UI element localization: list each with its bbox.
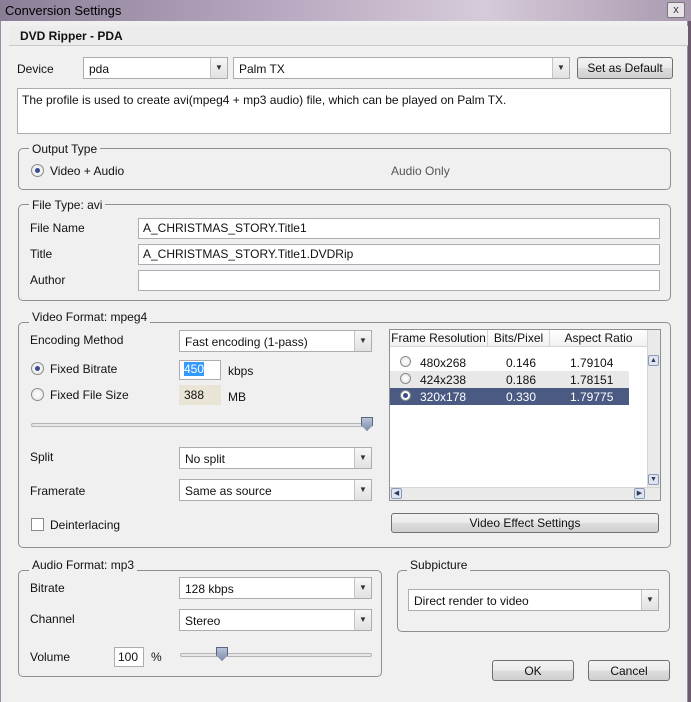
channel-label: Channel — [30, 612, 75, 626]
ok-button[interactable]: OK — [492, 660, 574, 681]
column-aspect-ratio[interactable]: Aspect Ratio — [550, 330, 648, 347]
file-name-label: File Name — [30, 221, 85, 235]
chevron-down-icon[interactable]: ▼ — [354, 331, 371, 351]
subpicture-title: Subpicture — [407, 558, 471, 572]
row-aspect: 1.79775 — [570, 390, 614, 404]
row-bpp: 0.330 — [506, 390, 537, 404]
deinterlacing-checkbox[interactable] — [31, 518, 44, 531]
audio-bitrate-label: Bitrate — [30, 581, 65, 595]
audio-format-title: Audio Format: mp3 — [29, 558, 138, 572]
file-size-input: 388 — [179, 385, 221, 405]
subpicture-select[interactable]: Direct render to video ▼ — [408, 589, 659, 611]
fixed-file-size-label: Fixed File Size — [50, 388, 129, 402]
video-format-title: Video Format: mpeg4 — [29, 310, 151, 324]
title-input[interactable]: A_CHRISTMAS_STORY.Title1.DVDRip — [138, 244, 660, 265]
split-value: No split — [185, 452, 226, 466]
file-name-input[interactable]: A_CHRISTMAS_STORY.Title1 — [138, 218, 660, 239]
chevron-down-icon[interactable]: ▼ — [552, 58, 569, 78]
row-radio[interactable] — [400, 356, 411, 367]
row-resolution: 480x268 — [420, 356, 467, 370]
video-audio-label: Video + Audio — [50, 164, 125, 178]
device-model-select[interactable]: Palm TX ▼ — [233, 57, 570, 79]
audio-only-label[interactable]: Audio Only — [391, 164, 450, 178]
file-type-title: File Type: avi — [29, 198, 106, 212]
chevron-down-icon[interactable]: ▼ — [354, 480, 371, 500]
scroll-up-icon[interactable]: ▲ — [648, 355, 659, 366]
chevron-down-icon[interactable]: ▼ — [641, 590, 658, 610]
split-label: Split — [30, 450, 54, 464]
row-aspect: 1.79104 — [570, 356, 614, 370]
row-aspect: 1.78151 — [570, 373, 614, 387]
chevron-down-icon[interactable]: ▼ — [354, 610, 371, 630]
chevron-down-icon[interactable]: ▼ — [210, 58, 227, 78]
encoding-method-select[interactable]: Fast encoding (1-pass) ▼ — [179, 330, 372, 352]
profile-header: DVD Ripper - PDA — [9, 26, 688, 46]
deinterlacing-label: Deinterlacing — [50, 518, 121, 532]
dialog-client: DVD Ripper - PDA Device pda ▼ Palm TX ▼ … — [0, 21, 688, 702]
output-type-title: Output Type — [29, 142, 101, 156]
title-bar: Conversion Settings x — [0, 0, 691, 21]
encoding-method-label: Encoding Method — [30, 333, 124, 347]
horizontal-scrollbar[interactable]: ◀ ▶ — [390, 487, 660, 500]
scroll-down-icon[interactable]: ▼ — [648, 474, 659, 485]
framerate-label: Framerate — [30, 484, 86, 498]
audio-bitrate-value: 128 kbps — [185, 582, 234, 596]
title-label: Title — [30, 247, 53, 261]
channel-select[interactable]: Stereo ▼ — [179, 609, 372, 631]
row-bpp: 0.146 — [506, 356, 537, 370]
vertical-scrollbar[interactable]: ▲ ▼ — [647, 330, 660, 487]
set-default-button[interactable]: Set as Default — [577, 57, 673, 79]
fixed-bitrate-label: Fixed Bitrate — [50, 362, 118, 376]
channel-value: Stereo — [185, 614, 221, 628]
chevron-down-icon[interactable]: ▼ — [354, 578, 371, 598]
bitrate-value: 450 — [184, 362, 205, 376]
device-label: Device — [17, 62, 54, 76]
profile-title: DVD Ripper - PDA — [20, 29, 123, 43]
volume-unit: % — [151, 650, 162, 664]
profile-description: The profile is used to create avi(mpeg4 … — [17, 88, 671, 134]
window-title: Conversion Settings — [5, 3, 122, 18]
fixed-file-size-radio[interactable] — [31, 388, 44, 401]
scroll-left-icon[interactable]: ◀ — [391, 488, 402, 499]
quality-slider-track[interactable] — [31, 423, 373, 427]
row-resolution: 424x238 — [420, 373, 467, 387]
video-audio-radio[interactable] — [31, 164, 44, 177]
audio-bitrate-select[interactable]: 128 kbps ▼ — [179, 577, 372, 599]
volume-input[interactable]: 100 — [114, 647, 144, 667]
encoding-method-value: Fast encoding (1-pass) — [185, 335, 308, 349]
framerate-value: Same as source — [185, 484, 272, 498]
row-resolution: 320x178 — [420, 390, 467, 404]
row-radio[interactable] — [400, 373, 411, 384]
video-effect-settings-button[interactable]: Video Effect Settings — [391, 513, 659, 533]
device-category-select[interactable]: pda ▼ — [83, 57, 228, 79]
author-label: Author — [30, 273, 66, 287]
bitrate-unit: kbps — [228, 364, 254, 378]
resolution-row[interactable]: 480x268 0.146 1.79104 — [390, 354, 629, 371]
column-bits-per-pixel[interactable]: Bits/Pixel — [488, 330, 550, 347]
row-bpp: 0.186 — [506, 373, 537, 387]
bitrate-input[interactable]: 450 — [179, 360, 221, 380]
chevron-down-icon[interactable]: ▼ — [354, 448, 371, 468]
scroll-right-icon[interactable]: ▶ — [634, 488, 645, 499]
volume-label: Volume — [30, 650, 71, 664]
device-category-value: pda — [89, 62, 110, 76]
resolution-row[interactable]: 424x238 0.186 1.78151 — [390, 371, 629, 388]
resolution-list[interactable]: Frame Resolution Bits/Pixel Aspect Ratio… — [389, 329, 661, 501]
framerate-select[interactable]: Same as source ▼ — [179, 479, 372, 501]
fixed-bitrate-radio[interactable] — [31, 362, 44, 375]
split-select[interactable]: No split ▼ — [179, 447, 372, 469]
device-model-value: Palm TX — [239, 62, 285, 76]
close-button[interactable]: x — [667, 2, 685, 18]
file-size-unit: MB — [228, 390, 246, 404]
resolution-row[interactable]: 320x178 0.330 1.79775 — [390, 388, 629, 405]
cancel-button[interactable]: Cancel — [588, 660, 670, 681]
row-radio[interactable] — [400, 390, 411, 401]
author-input[interactable] — [138, 270, 660, 291]
volume-slider-track[interactable] — [180, 653, 372, 657]
subpicture-value: Direct render to video — [414, 594, 529, 608]
column-frame-resolution[interactable]: Frame Resolution — [390, 330, 488, 347]
